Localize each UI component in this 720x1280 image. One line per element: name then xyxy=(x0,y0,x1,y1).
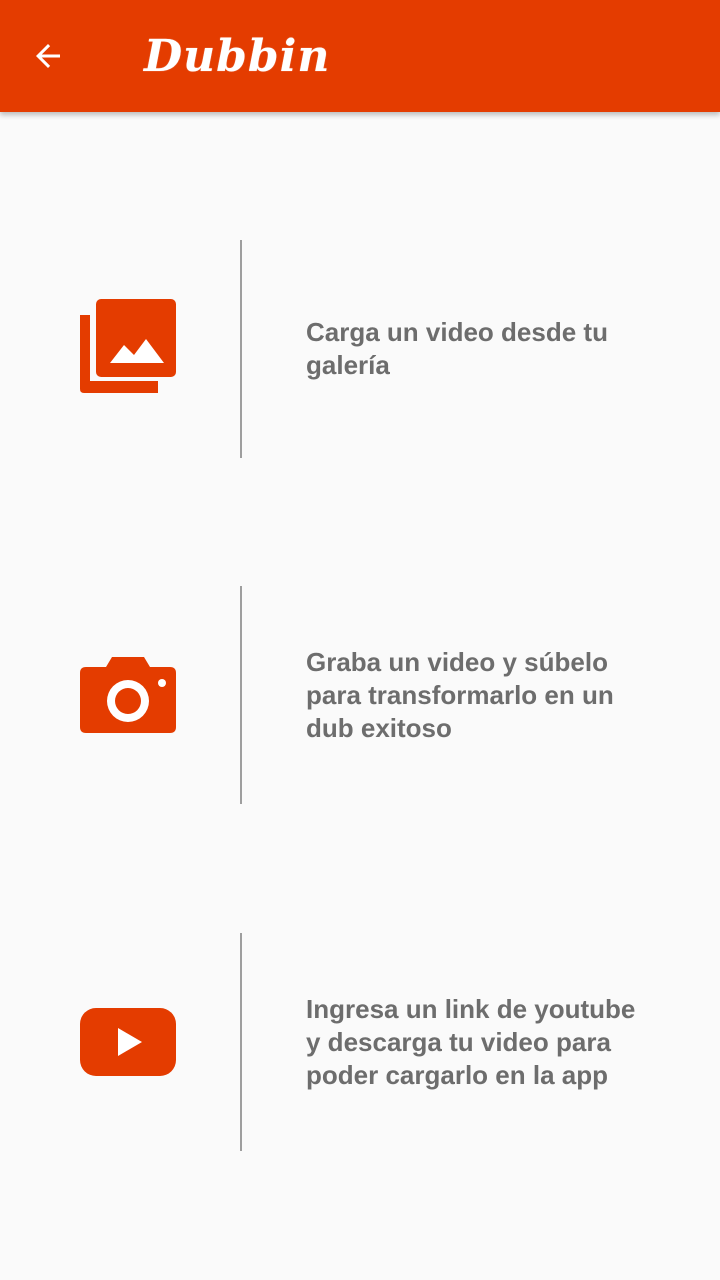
divider xyxy=(240,933,242,1151)
app-bar: Dubbin xyxy=(0,0,720,112)
youtube-icon xyxy=(78,990,178,1090)
app-logo: Dubbin xyxy=(144,30,331,82)
upload-from-gallery-option[interactable]: Carga un video desde tu galería xyxy=(0,240,720,458)
divider xyxy=(240,586,242,804)
youtube-option-label: Ingresa un link de youtube y descarga tu… xyxy=(306,993,636,1090)
gallery-option-label: Carga un video desde tu galería xyxy=(306,317,608,380)
record-video-option[interactable]: Graba un video y súbelo para transformar… xyxy=(0,586,720,804)
arrow-back-icon xyxy=(36,44,60,68)
gallery-icon xyxy=(78,297,178,397)
divider xyxy=(240,240,242,458)
back-button[interactable] xyxy=(20,28,76,84)
youtube-link-option[interactable]: Ingresa un link de youtube y descarga tu… xyxy=(0,933,720,1151)
camera-option-label: Graba un video y súbelo para transformar… xyxy=(306,646,614,743)
camera-icon xyxy=(78,643,178,743)
